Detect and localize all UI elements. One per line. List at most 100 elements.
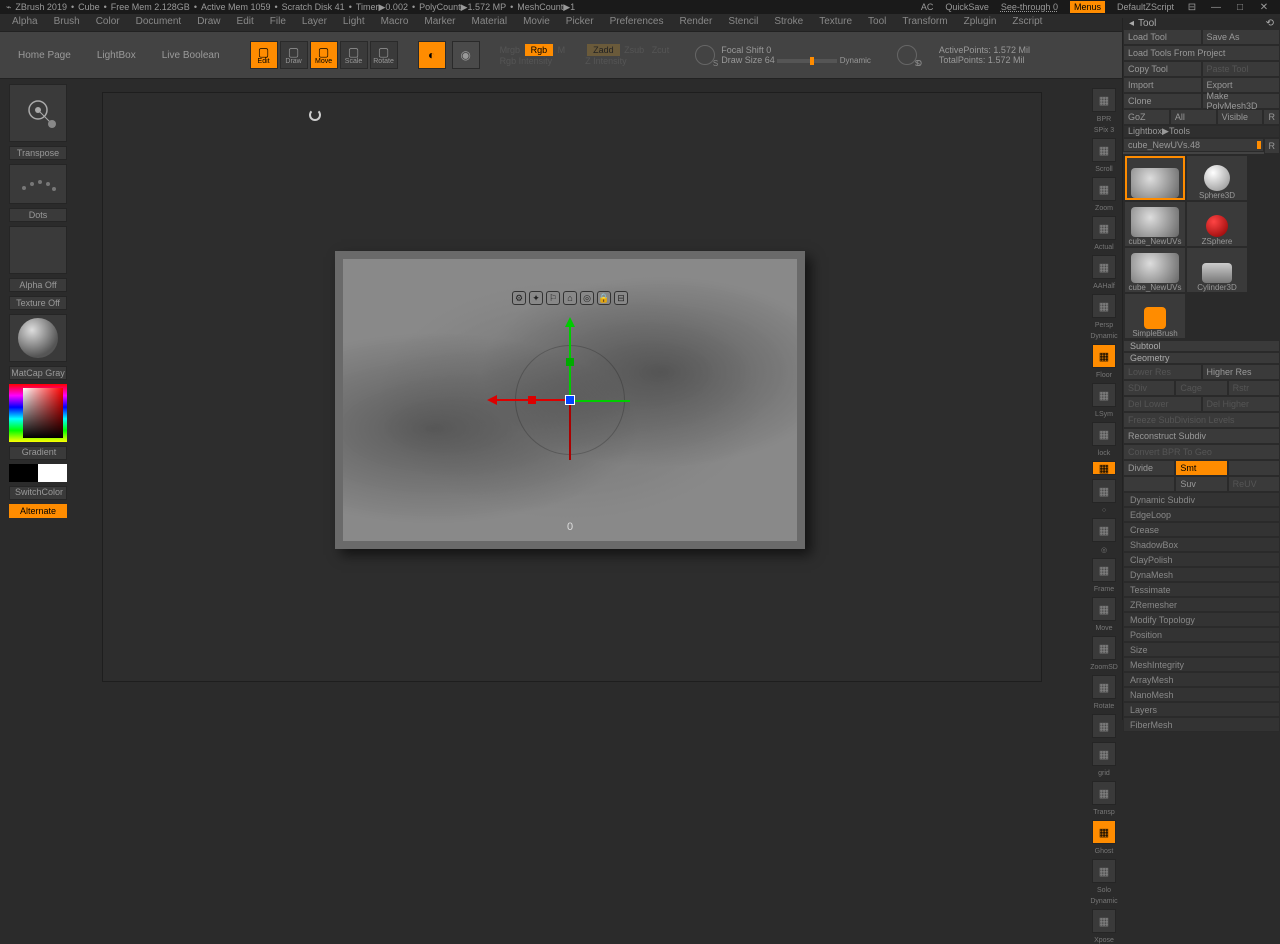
maximize-icon[interactable]: □ xyxy=(1234,1,1246,13)
rshelf-zoomsd[interactable]: ▦ xyxy=(1092,636,1116,660)
section-zremesher[interactable]: ZRemesher xyxy=(1123,597,1280,612)
rshelf-frame[interactable]: ▦ xyxy=(1092,558,1116,582)
tool-item-sphere3d[interactable]: Sphere3D xyxy=(1187,156,1247,200)
rshelf-lock[interactable]: ▦ xyxy=(1092,422,1116,446)
gizmo-3d-button[interactable]: ◉ xyxy=(452,41,480,69)
rshelf-transp[interactable]: ▦ xyxy=(1092,781,1116,805)
seethrough-slider[interactable]: See-through 0 xyxy=(1001,2,1058,12)
geom-convert-bpr-to-geo[interactable]: Convert BPR To Geo xyxy=(1123,444,1280,460)
pin-icon[interactable]: ⊟ xyxy=(1186,1,1198,13)
tool-btn-all[interactable]: All xyxy=(1170,109,1217,125)
geom-del-lower[interactable]: Del Lower xyxy=(1123,396,1202,412)
tool-slider[interactable]: cube_NewUVs.48 xyxy=(1123,138,1264,152)
geom-freeze-subdivision-levels[interactable]: Freeze SubDivision Levels xyxy=(1123,412,1280,428)
section-geometry[interactable]: Geometry xyxy=(1123,352,1280,364)
menu-transform[interactable]: Transform xyxy=(894,16,955,27)
rshelf-aahalf[interactable]: ▦ xyxy=(1092,255,1116,279)
tool-item-current[interactable] xyxy=(1125,156,1185,200)
rshelf-ghost[interactable]: ▦ xyxy=(1092,820,1116,844)
rshelf-linefill[interactable]: ▦ xyxy=(1092,714,1116,738)
geom-del-higher[interactable]: Del Higher xyxy=(1202,396,1280,412)
rshelf-xpose[interactable]: ▦ xyxy=(1092,909,1116,933)
x-scale-handle[interactable] xyxy=(528,396,536,404)
geom-blank[interactable] xyxy=(1228,460,1280,476)
tool-btn-load-tools-from-project[interactable]: Load Tools From Project xyxy=(1123,45,1280,61)
menu-draw[interactable]: Draw xyxy=(189,16,228,27)
tool-btn-save-as[interactable]: Save As xyxy=(1202,29,1280,45)
tool-btn-paste-tool[interactable]: Paste Tool xyxy=(1202,61,1280,77)
menu-marker[interactable]: Marker xyxy=(416,16,463,27)
switch-color[interactable]: SwitchColor xyxy=(9,486,67,500)
tool-item-simplebrush[interactable]: SimpleBrush xyxy=(1125,294,1185,338)
rshelf-grid[interactable]: ▦ xyxy=(1092,742,1116,766)
y-scale-handle[interactable] xyxy=(566,358,574,366)
edit-mode-button[interactable]: ▢Edit xyxy=(250,41,278,69)
rshelf-xpz[interactable]: ▦ xyxy=(1092,461,1116,475)
sculptris-button[interactable]: ◐ xyxy=(418,41,446,69)
geom-higher-res[interactable]: Higher Res xyxy=(1202,364,1280,380)
geom-reuv[interactable]: ReUV xyxy=(1228,476,1280,492)
rshelf-lsym[interactable]: ▦ xyxy=(1092,383,1116,407)
menu-color[interactable]: Color xyxy=(88,16,128,27)
section-claypolish[interactable]: ClayPolish xyxy=(1123,552,1280,567)
menu-stencil[interactable]: Stencil xyxy=(720,16,766,27)
geom-sdiv[interactable]: SDiv xyxy=(1123,380,1175,396)
section-layers[interactable]: Layers xyxy=(1123,702,1280,717)
minimize-icon[interactable]: — xyxy=(1210,1,1222,13)
gizmo-center[interactable] xyxy=(565,395,575,405)
tool-btn-goz[interactable]: GoZ xyxy=(1123,109,1170,125)
lightbox-button[interactable]: LightBox xyxy=(87,44,146,67)
dynamic-brush-icon[interactable]: D xyxy=(897,45,917,65)
geom-cage[interactable]: Cage xyxy=(1175,380,1227,396)
section-position[interactable]: Position xyxy=(1123,627,1280,642)
menu-zplugin[interactable]: Zplugin xyxy=(956,16,1005,27)
gradient-swatches[interactable] xyxy=(9,464,67,482)
close-icon[interactable]: ✕ xyxy=(1258,1,1270,13)
tool-btn-copy-tool[interactable]: Copy Tool xyxy=(1123,61,1202,77)
menu-movie[interactable]: Movie xyxy=(515,16,558,27)
tool-item-zsphere[interactable]: ZSphere xyxy=(1187,202,1247,246)
tool-btn-clone[interactable]: Clone xyxy=(1123,93,1202,109)
rshelf-bpr[interactable]: ▦ xyxy=(1092,88,1116,112)
scale-mode-button[interactable]: ▢Scale xyxy=(340,41,368,69)
move-mode-button[interactable]: ▢Move xyxy=(310,41,338,69)
z-axis[interactable] xyxy=(570,400,630,402)
rshelf-zoom[interactable]: ▦ xyxy=(1092,177,1116,201)
alpha-slot[interactable] xyxy=(9,226,67,274)
rshelf-floor[interactable]: ▦ xyxy=(1092,344,1116,368)
geom-rstr[interactable]: Rstr xyxy=(1228,380,1280,396)
section-subtool[interactable]: Subtool xyxy=(1123,340,1280,352)
geom-blank[interactable] xyxy=(1123,476,1175,492)
section-shadowbox[interactable]: ShadowBox xyxy=(1123,537,1280,552)
rshelf-[interactable]: ▦ xyxy=(1092,479,1116,503)
zadd-button[interactable]: Zadd xyxy=(587,44,620,56)
section-fibermesh[interactable]: FiberMesh xyxy=(1123,717,1280,732)
menus-button[interactable]: Menus xyxy=(1070,1,1105,13)
rshelf-scroll[interactable]: ▦ xyxy=(1092,138,1116,162)
section-meshintegrity[interactable]: MeshIntegrity xyxy=(1123,657,1280,672)
section-dynamesh[interactable]: DynaMesh xyxy=(1123,567,1280,582)
section-arraymesh[interactable]: ArrayMesh xyxy=(1123,672,1280,687)
geom-lower-res[interactable]: Lower Res xyxy=(1123,364,1202,380)
geom-reconstruct-subdiv[interactable]: Reconstruct Subdiv xyxy=(1123,428,1280,444)
menu-layer[interactable]: Layer xyxy=(294,16,335,27)
section-size[interactable]: Size xyxy=(1123,642,1280,657)
rshelf-solo[interactable]: ▦ xyxy=(1092,859,1116,883)
section-tessimate[interactable]: Tessimate xyxy=(1123,582,1280,597)
focal-shift-icon[interactable] xyxy=(695,45,715,65)
section-crease[interactable]: Crease xyxy=(1123,522,1280,537)
menu-document[interactable]: Document xyxy=(128,16,190,27)
home-page-button[interactable]: Home Page xyxy=(8,44,81,67)
section-dynamic-subdiv[interactable]: Dynamic Subdiv xyxy=(1123,492,1280,507)
stroke-dots[interactable] xyxy=(9,164,67,204)
menu-alpha[interactable]: Alpha xyxy=(4,16,46,27)
tool-btn-load-tool[interactable]: Load Tool xyxy=(1123,29,1202,45)
menu-picker[interactable]: Picker xyxy=(558,16,602,27)
rgb-button[interactable]: Rgb xyxy=(525,44,554,56)
section-nanomesh[interactable]: NanoMesh xyxy=(1123,687,1280,702)
rshelf-persp[interactable]: ▦ xyxy=(1092,294,1116,318)
menu-light[interactable]: Light xyxy=(335,16,373,27)
rshelf-actual[interactable]: ▦ xyxy=(1092,216,1116,240)
transpose-icon[interactable] xyxy=(9,84,67,142)
gizmo-toolbar[interactable]: ⚙✦⚐⌂◎🔒⊟ xyxy=(512,291,628,305)
